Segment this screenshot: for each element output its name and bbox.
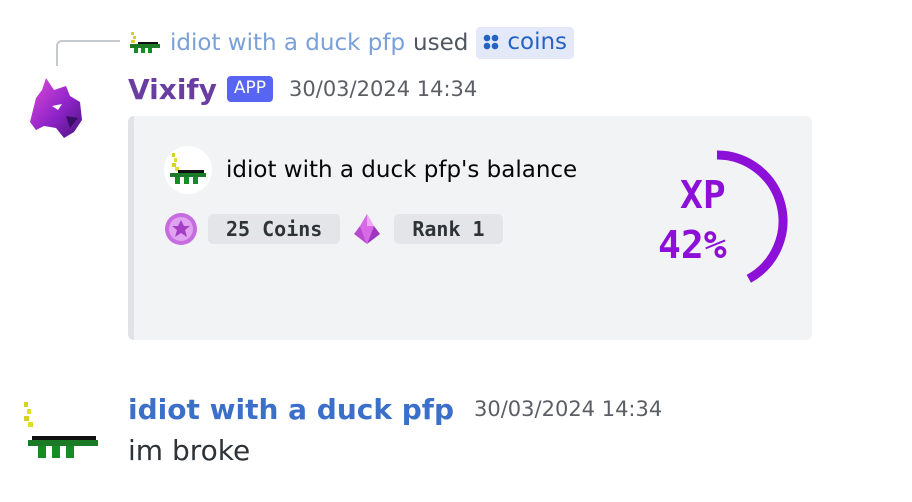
balance-fields: 25 Coins Rank 1 (164, 212, 503, 246)
reply-used-text: used (413, 30, 469, 56)
bot-message-header: Vixify APP 30/03/2024 14:34 (128, 70, 477, 108)
duck-avatar-icon (170, 153, 206, 184)
rank-crystal-icon (354, 214, 381, 244)
reply-username[interactable]: idiot with a duck pfp (170, 30, 405, 56)
slash-command-chip[interactable]: coins (476, 27, 575, 59)
coin-icon (165, 213, 197, 245)
user-username[interactable]: idiot with a duck pfp (128, 393, 454, 426)
coins-balance: 25 Coins (208, 214, 341, 244)
duck-avatar-icon[interactable] (20, 400, 100, 470)
user-message-header: idiot with a duck pfp 30/03/2024 14:34 (128, 390, 662, 428)
app-badge: APP (226, 76, 274, 102)
rank-value: Rank 1 (394, 214, 503, 244)
xp-label: XP (680, 173, 726, 217)
bot-message-timestamp[interactable]: 30/03/2024 14:34 (289, 77, 477, 101)
slash-command-icon (484, 34, 499, 50)
wolf-avatar-icon[interactable] (22, 76, 88, 142)
reply-reference[interactable]: idiot with a duck pfp used coins (128, 26, 575, 60)
xp-progress-ring: XP 42% (658, 150, 788, 283)
embed-author: idiot with a duck pfp's balance (164, 146, 577, 194)
user-message-timestamp[interactable]: 30/03/2024 14:34 (474, 397, 662, 421)
embed-author-avatar (164, 146, 212, 194)
reply-connector-line (56, 40, 120, 66)
duck-avatar-icon (130, 32, 160, 53)
bot-username[interactable]: Vixify (128, 73, 217, 106)
slash-command-label: coins (507, 29, 568, 55)
xp-percent: 42% (658, 223, 727, 267)
user-message-content: im broke (128, 434, 251, 467)
balance-embed: idiot with a duck pfp's balance 25 Coins… (128, 116, 812, 340)
embed-title: idiot with a duck pfp's balance (226, 157, 578, 183)
